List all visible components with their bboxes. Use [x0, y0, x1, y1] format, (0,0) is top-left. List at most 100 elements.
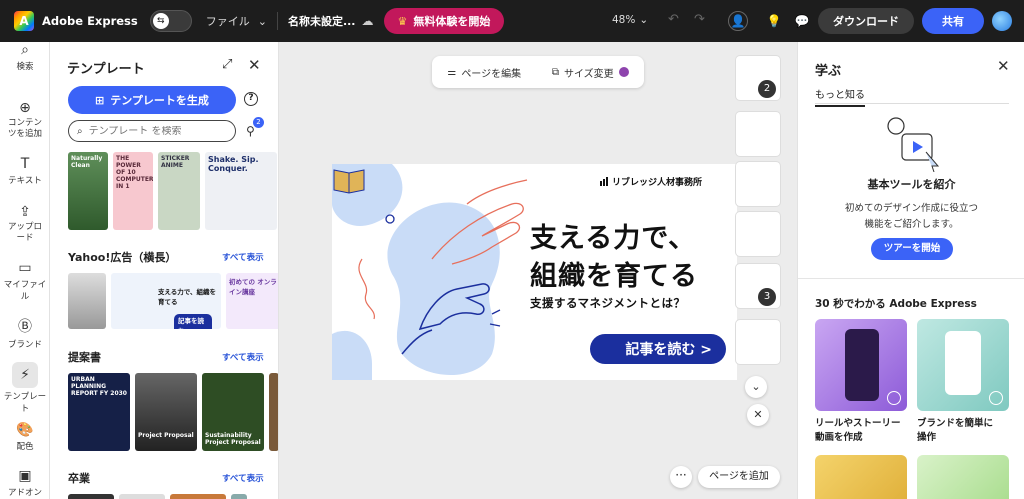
- page-thumb[interactable]: [736, 212, 780, 256]
- start-trial-button[interactable]: ♛ 無料体験を開始: [383, 8, 505, 34]
- page-thumb[interactable]: [736, 112, 780, 156]
- template-search-input[interactable]: [88, 125, 219, 137]
- search-icon: ⌕: [21, 42, 29, 58]
- rail-item-add-content[interactable]: ⊕ コンテンツを追加: [0, 100, 50, 140]
- expand-icon[interactable]: ⤢: [222, 57, 232, 72]
- undo-icon[interactable]: ↶: [668, 12, 679, 27]
- company-name: リブレッジ人材事務所: [600, 175, 702, 188]
- close-icon[interactable]: ✕: [248, 56, 261, 74]
- close-icon[interactable]: ✕: [747, 404, 769, 426]
- template-thumb[interactable]: STICKER ANIME: [158, 152, 200, 230]
- design-canvas[interactable]: リブレッジ人材事務所 支える力で、 組織を育てる 支援するマネジメントとは？ 記…: [332, 164, 737, 380]
- rail-item-addons[interactable]: ▣ アドオン: [0, 468, 50, 498]
- comment-icon[interactable]: 💬: [792, 11, 812, 31]
- search-icon: ⌕: [77, 125, 83, 137]
- generate-template-button[interactable]: ⊞ テンプレートを生成: [68, 86, 236, 114]
- template-thumb[interactable]: [68, 494, 114, 499]
- page-thumb[interactable]: [736, 320, 780, 364]
- top-bar: A Adobe Express ⇆ ファイル ⌄ 名称未設定... ☁ ♛ 無料…: [0, 0, 1024, 42]
- help-icon[interactable]: ?: [244, 92, 258, 106]
- zoom-control[interactable]: 48% ⌄: [612, 14, 648, 26]
- divider: [798, 278, 1024, 279]
- resize-button[interactable]: ⧉ サイズ変更: [552, 65, 629, 80]
- template-thumb[interactable]: Shake. Sip. Conquer.: [205, 152, 277, 230]
- share-button[interactable]: 共有: [922, 8, 984, 34]
- plus-circle-icon: ⊕: [19, 100, 31, 116]
- rail-item-text[interactable]: T テキスト: [0, 156, 50, 186]
- mode-toggle-knob-icon: ⇆: [152, 13, 169, 29]
- rail-item-brand[interactable]: Ⓑ ブランド: [0, 316, 50, 350]
- rail-item-label: テキスト: [8, 176, 42, 186]
- template-thumb[interactable]: Sustainability Project Proposal: [202, 373, 264, 451]
- template-search[interactable]: ⌕: [68, 120, 236, 142]
- app-name: Adobe Express: [42, 14, 138, 28]
- checkmark-icon: [989, 391, 1003, 405]
- template-thumb[interactable]: [170, 494, 226, 499]
- premium-icon: [618, 67, 629, 77]
- download-button[interactable]: ダウンロード: [818, 8, 914, 34]
- page-count-badge: 3: [758, 288, 776, 306]
- template-thumb[interactable]: 支える力で、組織を育てる 記事を読む: [111, 273, 221, 329]
- invite-user-icon[interactable]: 👤: [728, 11, 748, 31]
- document-name[interactable]: 名称未設定...: [288, 13, 356, 29]
- close-icon[interactable]: ✕: [997, 57, 1010, 75]
- adobe-express-logo[interactable]: A: [14, 11, 34, 31]
- template-thumb[interactable]: [269, 373, 278, 451]
- magic-add-icon: ⊞: [95, 93, 105, 107]
- folder-icon: ▭: [18, 260, 32, 276]
- divider: [276, 12, 278, 30]
- see-all-link[interactable]: すべて表示: [222, 472, 264, 484]
- template-row-proposal: URBAN PLANNING REPORT FY 2030 Project Pr…: [68, 373, 278, 451]
- more-options-button[interactable]: ···: [670, 466, 692, 488]
- canvas-toolbar: ⚌ ページを編集 ⧉ サイズ変更: [432, 56, 644, 88]
- redo-icon[interactable]: ↷: [694, 12, 705, 27]
- template-thumb[interactable]: URBAN PLANNING REPORT FY 2030: [68, 373, 130, 451]
- template-thumb[interactable]: Project Proposal: [135, 373, 197, 451]
- zoom-level: 48%: [612, 14, 636, 26]
- edit-page-label: ページを編集: [461, 68, 522, 80]
- template-thumb[interactable]: [119, 494, 165, 499]
- rail-item-search[interactable]: ⌕ 検索: [0, 42, 50, 72]
- cloud-sync-icon[interactable]: ☁: [362, 14, 374, 28]
- rail-item-upload[interactable]: ⇪ アップロード: [0, 204, 50, 244]
- file-menu-label: ファイル: [205, 15, 250, 28]
- filter-badge: 2: [253, 117, 264, 128]
- templates-panel: テンプレート ⤢ ✕ ⊞ テンプレートを生成 ? ⌕ ⚲2 Naturally …: [50, 42, 279, 499]
- template-row-graduation: [68, 494, 247, 499]
- page-thumb[interactable]: [736, 162, 780, 206]
- mode-toggle[interactable]: ⇆: [149, 10, 192, 32]
- video-card[interactable]: [815, 455, 907, 499]
- see-all-link[interactable]: すべて表示: [222, 351, 264, 363]
- learn-heading: 基本ツールを紹介: [867, 178, 956, 191]
- rail-item-my-files[interactable]: ▭ マイファイル: [0, 260, 50, 302]
- page-count-badge: 2: [758, 80, 776, 98]
- section-title: 卒業: [68, 472, 90, 485]
- template-thumb[interactable]: 初めての オンライン講座: [226, 273, 278, 329]
- chevron-down-icon[interactable]: ⌄: [745, 376, 767, 398]
- book-icon: [333, 169, 365, 194]
- template-thumb[interactable]: Naturally Clean: [68, 152, 108, 230]
- palette-icon: 🎨: [16, 422, 34, 438]
- divider: [815, 103, 1009, 104]
- user-avatar[interactable]: [992, 11, 1012, 31]
- rail-item-colors[interactable]: 🎨 配色: [0, 422, 50, 452]
- lightbulb-icon[interactable]: 💡: [764, 11, 784, 31]
- file-menu[interactable]: ファイル ⌄: [206, 13, 267, 29]
- see-all-link[interactable]: すべて表示: [222, 251, 264, 263]
- rail-item-templates[interactable]: ⚡ テンプレート: [0, 362, 50, 414]
- crown-icon: ♛: [397, 14, 408, 28]
- edit-page-button[interactable]: ⚌ ページを編集: [447, 65, 521, 80]
- generate-template-label: テンプレートを生成: [110, 94, 209, 107]
- video-card-brand[interactable]: [917, 319, 1009, 411]
- video-card[interactable]: [917, 455, 1009, 499]
- learn-description: 初めてのデザイン作成に役立つ: [844, 203, 978, 214]
- rail-item-label: テンプレート: [3, 392, 47, 414]
- template-thumb[interactable]: THE POWER OF 10 COMPUTER IN 1: [113, 152, 153, 230]
- filter-icon[interactable]: ⚲ 2: [246, 117, 264, 138]
- add-page-button[interactable]: ページを追加: [698, 466, 780, 488]
- video-card-reels[interactable]: [815, 319, 907, 411]
- headline-line-1: 支える力で、: [530, 223, 697, 254]
- start-tour-button[interactable]: ツアーを開始: [871, 238, 953, 260]
- template-thumb[interactable]: [231, 494, 247, 499]
- template-thumb[interactable]: [68, 273, 106, 329]
